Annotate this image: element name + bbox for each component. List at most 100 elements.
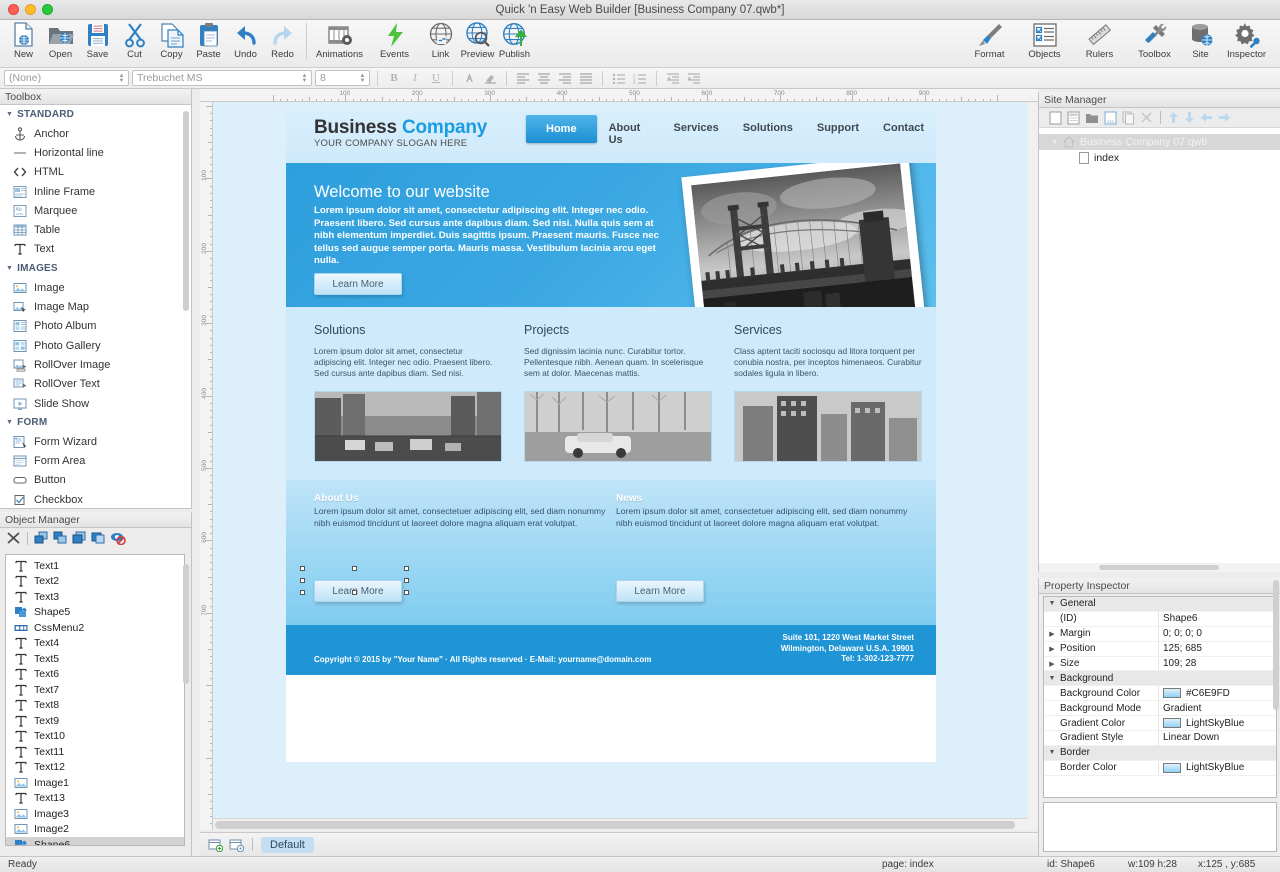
site-tree-root[interactable]: ▼ Business Company 07.qwb [1039,134,1280,150]
outdent-icon[interactable] [664,70,682,87]
move-right-icon[interactable] [1218,112,1231,123]
object-list-item[interactable]: Text1 [6,558,184,574]
toolbox-item-checkbox[interactable]: Checkbox [0,490,191,509]
object-list-item[interactable]: Text10 [6,729,184,745]
canvas-horizontal-scrollbar[interactable] [213,818,1028,830]
italic-icon[interactable]: I [406,70,424,87]
toolbox-item-anchor[interactable]: Anchor [0,124,191,143]
object-list-item[interactable]: Text2 [6,574,184,590]
property-row[interactable]: Border ColorLightSkyBlue [1044,761,1276,776]
color-swatch[interactable] [1163,718,1181,728]
send-backward-icon[interactable] [91,531,106,545]
toolbar-button-site[interactable]: Site [1182,20,1219,66]
bullet-list-icon[interactable] [610,70,628,87]
site-tree-item-index[interactable]: index [1039,150,1280,166]
toolbar-button-events[interactable]: Events [367,20,422,66]
align-right-icon[interactable] [556,70,574,87]
underline-icon[interactable]: U [427,70,445,87]
property-value[interactable]: 109; 28 [1158,657,1276,671]
new-folder-icon[interactable] [1085,111,1099,125]
toolbar-button-preview[interactable]: Preview [459,20,496,66]
property-grid[interactable]: ▼General(ID)Shape6▶Margin0; 0; 0; 0▶Posi… [1043,596,1277,798]
toolbar-button-new[interactable]: New [5,20,42,66]
nav-item-support[interactable]: Support [805,115,871,141]
property-row[interactable]: Background ModeGradient [1044,701,1276,716]
toolbar-button-rulers[interactable]: Rulers [1072,20,1127,66]
toolbar-button-objects[interactable]: Objects [1017,20,1072,66]
property-value[interactable]: Gradient [1158,701,1276,715]
design-canvas[interactable]: Business Company YOUR COMPANY SLOGAN HER… [213,102,1028,830]
add-page-icon[interactable] [208,838,223,852]
new-template-icon[interactable] [1067,111,1080,125]
property-row[interactable]: ▶Size109; 28 [1044,657,1276,672]
toolbox-item-slide-show[interactable]: Slide Show [0,394,191,413]
toolbox-category-standard[interactable]: ▼STANDARD [0,105,191,124]
page-settings-icon[interactable] [229,838,244,852]
resize-handle-e[interactable] [404,578,409,583]
property-row[interactable]: Gradient StyleLinear Down [1044,731,1276,746]
object-list-item[interactable]: Text13 [6,791,184,807]
toolbox-category-images[interactable]: ▼IMAGES [0,259,191,278]
align-left-icon[interactable] [514,70,532,87]
city-street-traffic-photo[interactable] [314,391,502,462]
toolbar-button-publish[interactable]: Publish [496,20,533,66]
toolbar-button-copy[interactable]: Copy [153,20,190,66]
resize-handle-sw[interactable] [300,590,305,595]
toolbox-list[interactable]: ▼STANDARDAnchorHorizontal lineHTMLInline… [0,105,191,509]
toolbar-button-paste[interactable]: Paste [190,20,227,66]
toolbox-item-rollover-image[interactable]: RollOver Image [0,355,191,374]
property-value[interactable]: 0; 0; 0; 0 [1158,627,1276,641]
object-list-item[interactable]: Text8 [6,698,184,714]
object-manager-list[interactable]: Text1Text2Text3Shape5CssMenu2Text4Text5T… [5,554,185,846]
toolbox-item-rollover-text[interactable]: RollOver Text [0,375,191,394]
font-family-select[interactable]: Trebuchet MS ▲▼ [132,70,312,86]
send-to-back-icon[interactable] [53,531,68,545]
property-row[interactable]: ▶Margin0; 0; 0; 0 [1044,627,1276,642]
property-row[interactable]: Gradient ColorLightSkyBlue [1044,716,1276,731]
indent-icon[interactable] [685,70,703,87]
nav-item-contact[interactable]: Contact [871,115,936,141]
toolbox-item-marquee[interactable]: AbMarquee [0,201,191,220]
property-value[interactable]: LightSkyBlue [1158,761,1276,775]
toolbox-item-button[interactable]: Button [0,471,191,490]
toolbox-item-form-area[interactable]: Form Area [0,451,191,470]
toolbox-item-html[interactable]: HTML [0,163,191,182]
move-up-icon[interactable] [1168,111,1179,124]
color-swatch[interactable] [1163,763,1181,773]
site-tree[interactable]: ▼ Business Company 07.qwb index [1039,128,1280,166]
toolbar-button-inspector[interactable]: Inspector [1219,20,1274,66]
city-buildings-photo[interactable] [734,391,922,462]
property-row[interactable]: ▶Position125; 685 [1044,642,1276,657]
property-value[interactable]: #C6E9FD [1158,686,1276,700]
web-page-preview[interactable]: Business Company YOUR COMPANY SLOGAN HER… [286,106,936,762]
scrollbar-thumb[interactable] [215,821,1015,829]
toolbox-category-form[interactable]: ▼FORM [0,413,191,432]
toolbar-button-open[interactable]: Open [42,20,79,66]
news-learn-more-button[interactable]: Learn More [616,580,704,602]
resize-handle-se[interactable] [404,590,409,595]
toolbar-button-link[interactable]: Link [422,20,459,66]
toolbox-scrollbar[interactable] [183,111,189,311]
hero-learn-more-button[interactable]: Learn More [314,273,402,295]
paragraph-style-select[interactable]: (None) ▲▼ [4,70,129,86]
toolbox-item-photo-gallery[interactable]: Photo Gallery [0,336,191,355]
property-row[interactable]: Background Color#C6E9FD [1044,686,1276,701]
bring-to-front-icon[interactable] [34,531,49,545]
delete-x-icon[interactable] [6,531,21,545]
toolbox-item-inline-frame[interactable]: Inline Frame [0,182,191,201]
object-list-item[interactable]: Image1 [6,775,184,791]
resize-handle-n[interactable] [352,566,357,571]
align-center-icon[interactable] [535,70,553,87]
toolbar-button-undo[interactable]: Undo [227,20,264,66]
resize-handle-ne[interactable] [404,566,409,571]
bring-forward-icon[interactable] [72,531,87,545]
resize-handle-w[interactable] [300,578,305,583]
hide-object-icon[interactable] [110,531,126,545]
property-value[interactable]: Shape6 [1158,612,1276,626]
hero-polaroid-frame[interactable] [681,163,926,307]
object-list-item[interactable]: Text4 [6,636,184,652]
site-navigation[interactable]: HomeAbout UsServicesSolutionsSupportCont… [526,115,936,153]
toolbox-item-image-map[interactable]: Image Map [0,297,191,316]
object-list-item[interactable]: Text3 [6,589,184,605]
toolbox-item-table[interactable]: Table [0,220,191,239]
